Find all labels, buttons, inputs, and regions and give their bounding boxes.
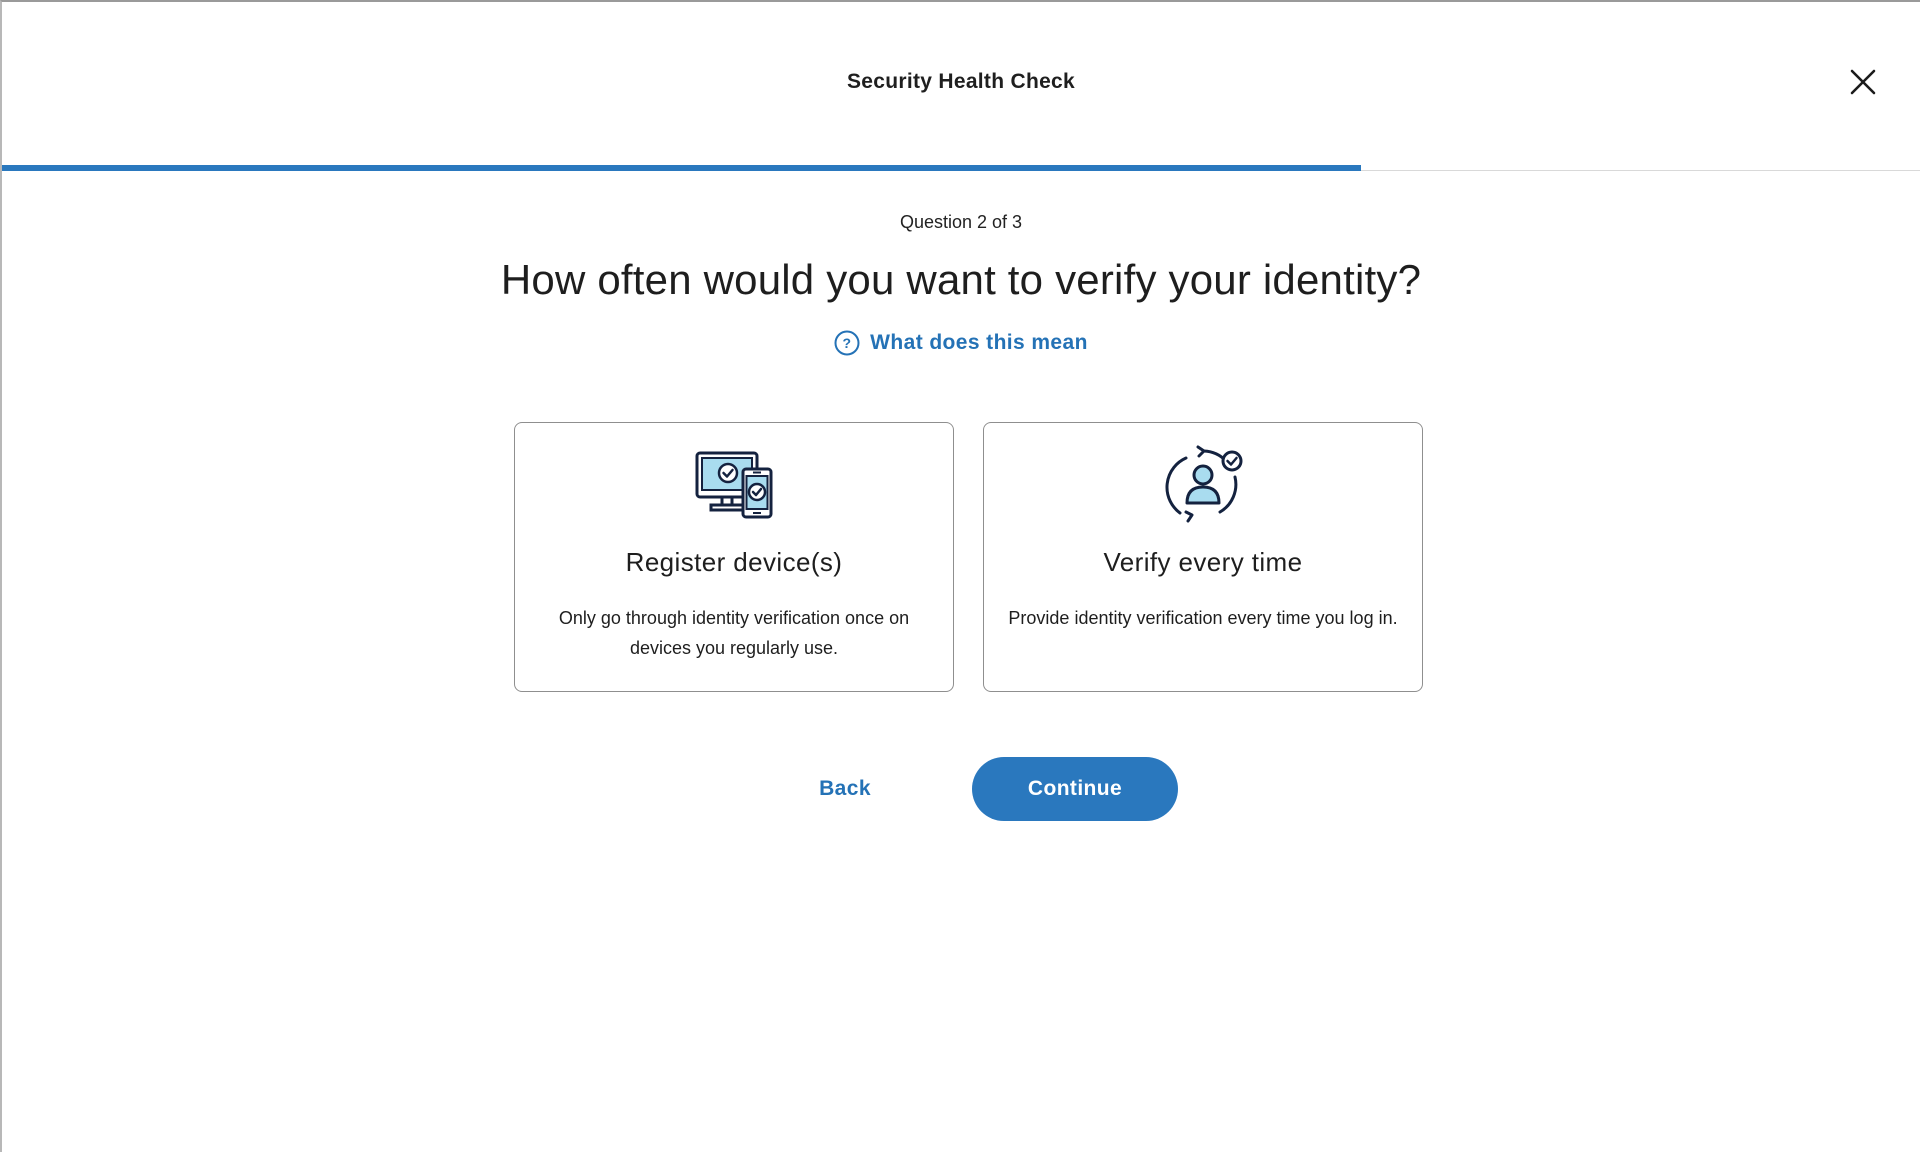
progress-bar [2, 165, 1920, 171]
back-button[interactable]: Back [782, 757, 908, 821]
question-counter: Question 2 of 3 [899, 212, 1023, 232]
svg-text:?: ? [843, 335, 852, 351]
modal-header: Security Health Check [2, 2, 1920, 165]
close-icon [1850, 69, 1876, 95]
close-button[interactable] [1846, 65, 1880, 99]
what-does-this-mean-link[interactable]: ? What does this mean [834, 330, 1088, 356]
progress-bar-fill [2, 165, 1361, 171]
help-link-label: What does this mean [870, 331, 1088, 354]
option-register-devices[interactable]: Register device(s) Only go through ident… [514, 422, 954, 692]
option-title: Verify every time [1103, 547, 1303, 577]
option-description: Provide identity verification every time… [1008, 608, 1398, 628]
security-health-check-page: Security Health Check Question 2 of 3 Ho… [0, 0, 1920, 1152]
option-verify-every-time[interactable]: Verify every time Provide identity verif… [983, 422, 1423, 692]
devices-check-icon [695, 451, 773, 519]
option-description: Only go through identity verification on… [558, 608, 910, 658]
options-group: Register device(s) Only go through ident… [514, 422, 1424, 692]
continue-button[interactable]: Continue [972, 757, 1178, 821]
user-refresh-check-icon [1165, 445, 1243, 523]
question-section: Question 2 of 3 How often would you want… [2, 172, 1920, 361]
page-title: Security Health Check [846, 70, 1076, 93]
action-bar: Back Continue [2, 757, 1920, 821]
option-title: Register device(s) [625, 547, 843, 577]
question-title: How often would you want to verify your … [500, 256, 1422, 303]
question-circle-icon: ? [834, 330, 860, 356]
